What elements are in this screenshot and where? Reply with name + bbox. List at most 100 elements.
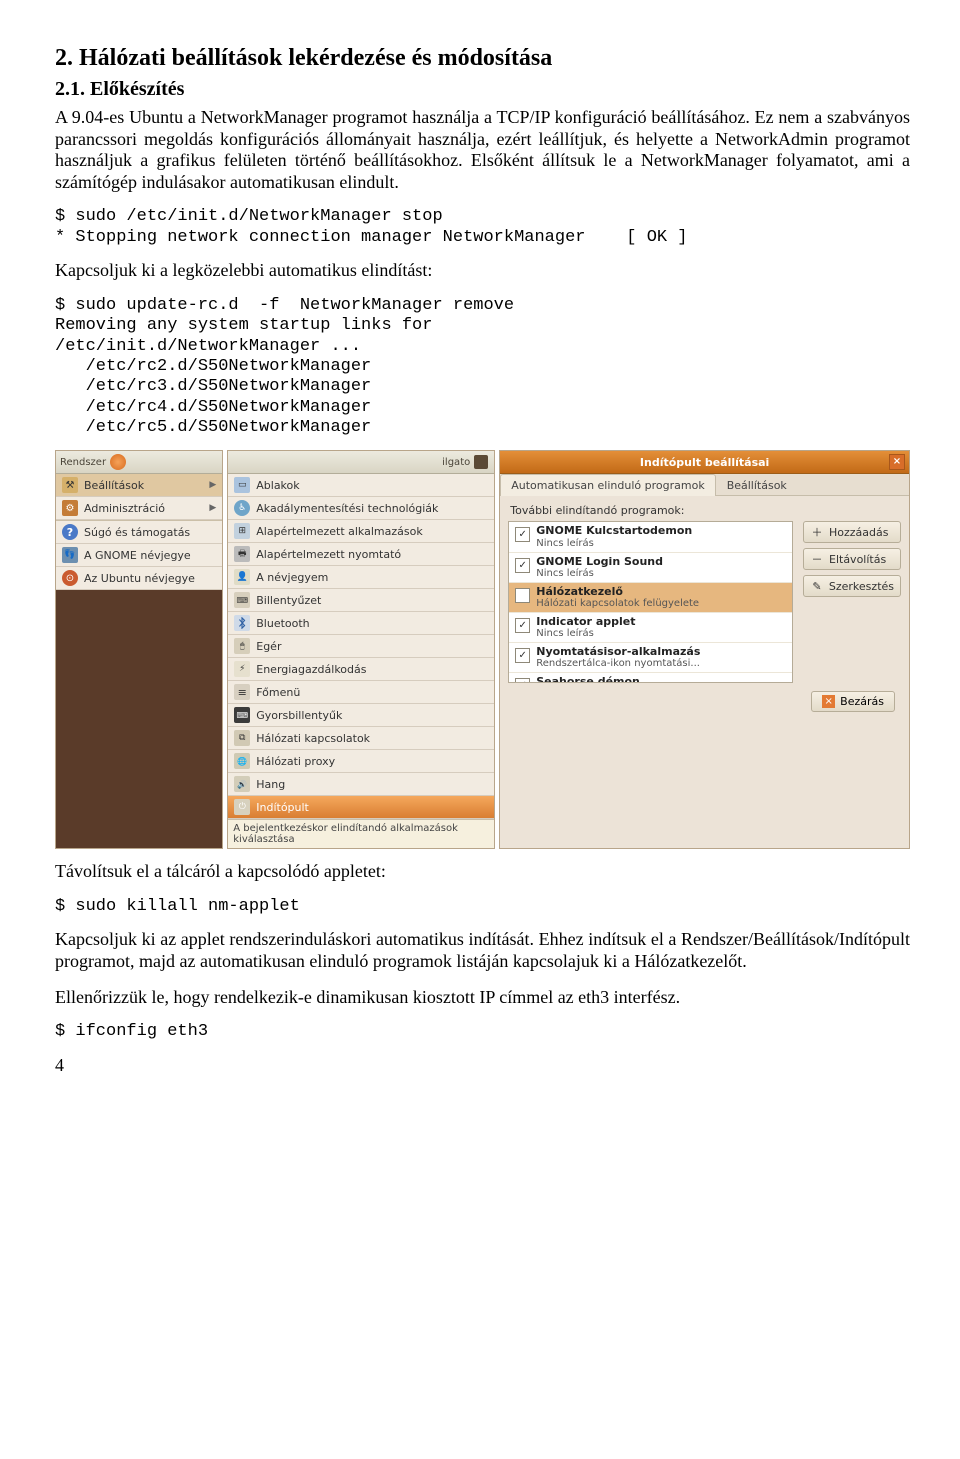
preferences-menu-item[interactable]: A névjegyem (228, 566, 494, 589)
remove-button[interactable]: － Eltávolítás (803, 548, 901, 570)
edit-button-label: Szerkesztés (829, 580, 894, 593)
startup-apps-dialog: Indítópult beállításai × Automatikusan e… (499, 450, 910, 849)
startup-list-row[interactable]: ✓Seahorse démon (509, 673, 792, 684)
startup-row-text: GNOME KulcstartodemonNincs leírás (536, 525, 692, 548)
paragraph-2: Kapcsoljuk ki a legközelebbi automatikus… (55, 260, 910, 282)
menu-icon (234, 799, 250, 815)
bluetooth-icon (237, 617, 247, 629)
menu-icon (234, 477, 250, 493)
taskbar-label: Rendszer (60, 457, 106, 468)
menu-item-label: Billentyűzet (256, 594, 321, 607)
preferences-menu-item[interactable]: Alapértelmezett alkalmazások (228, 520, 494, 543)
startup-row-text: Indicator appletNincs leírás (536, 616, 635, 639)
menu-item-label: Hálózati proxy (256, 755, 335, 768)
section-heading: 2. Hálózati beállítások lekérdezése és m… (55, 45, 910, 72)
preferences-menu-item[interactable]: Hálózati kapcsolatok (228, 727, 494, 750)
screenshot-group: Rendszer Beállítások▶Adminisztráció▶Súgó… (55, 450, 910, 849)
system-menu-item[interactable]: Adminisztráció ▶ (56, 497, 222, 520)
close-button-label: Bezárás (840, 695, 884, 708)
startup-list-row[interactable]: ✓ Nyomtatásisor-alkalmazásRendszertálca-i… (509, 643, 792, 673)
menu-icon (62, 477, 78, 493)
code-block-1: $ sudo /etc/init.d/NetworkManager stop *… (55, 207, 910, 248)
dialog-footer: × Bezárás (508, 683, 901, 716)
preferences-menu-item[interactable]: Indítópult (228, 796, 494, 819)
desktop-background (56, 590, 222, 848)
preferences-menu-item[interactable]: Alapértelmezett nyomtató (228, 543, 494, 566)
preferences-menu-item[interactable]: Gyorsbillentyűk (228, 704, 494, 727)
preferences-menu-item[interactable]: Egér (228, 635, 494, 658)
system-menu-item[interactable]: Az Ubuntu névjegye (56, 567, 222, 590)
gnome-taskbar-mid: ilgato (228, 451, 494, 474)
window-close-button[interactable]: × (889, 454, 905, 470)
taskbar-text-right: ilgato (442, 457, 470, 468)
pencil-icon: ✎ (810, 579, 824, 593)
menu-item-label: Hang (256, 778, 285, 791)
system-menu-item[interactable]: A GNOME névjegye (56, 544, 222, 567)
menu-item-label: Súgó és támogatás (84, 526, 190, 539)
dialog-titlebar: Indítópult beállításai × (500, 451, 909, 474)
statusbar-tooltip: A bejelentkezéskor elindítandó alkalmazá… (228, 819, 494, 848)
preferences-menu-item[interactable]: Energiagazdálkodás (228, 658, 494, 681)
preferences-menu-item[interactable]: Főmenü (228, 681, 494, 704)
preferences-menu-item[interactable]: Hang (228, 773, 494, 796)
remove-button-label: Eltávolítás (829, 553, 886, 566)
startup-checkbox[interactable]: ✓ (515, 527, 530, 542)
menu-icon (234, 523, 250, 539)
preferences-menu-item[interactable]: Bluetooth (228, 612, 494, 635)
menu-item-label: Az Ubuntu névjegye (84, 572, 195, 585)
startup-list-row[interactable]: ✓ GNOME KulcstartodemonNincs leírás (509, 522, 792, 552)
startup-list-row[interactable]: ✓ GNOME Login SoundNincs leírás (509, 553, 792, 583)
menu-icon (234, 730, 250, 746)
startup-checkbox[interactable]: ✓ (515, 648, 530, 663)
close-button[interactable]: × Bezárás (811, 691, 895, 712)
startup-row-text: GNOME Login SoundNincs leírás (536, 556, 663, 579)
chevron-right-icon: ▶ (209, 480, 216, 490)
startup-checkbox[interactable]: ✓ (515, 558, 530, 573)
startup-checkbox[interactable]: ✓ (515, 618, 530, 633)
menu-item-label: Egér (256, 640, 281, 653)
dialog-tabs: Automatikusan elinduló programok Beállít… (500, 474, 909, 496)
system-menu-item[interactable]: Súgó és támogatás (56, 521, 222, 544)
startup-list-row[interactable]: HálózatkezelőHálózati kapcsolatok felügy… (509, 583, 792, 613)
add-button[interactable]: ＋ Hozzáadás (803, 521, 901, 543)
menu-item-label: Gyorsbillentyűk (256, 709, 342, 722)
menu-item-label: A GNOME névjegye (84, 549, 191, 562)
tab-autostart[interactable]: Automatikusan elinduló programok (500, 474, 715, 496)
system-menu-panel: Rendszer Beállítások▶ Adminisztráció ▶ Súgó… (55, 450, 223, 849)
tray-icon (474, 455, 488, 469)
chevron-right-icon: ▶ (209, 503, 216, 513)
preferences-menu-item[interactable]: Billentyűzet (228, 589, 494, 612)
menu-icon (234, 707, 250, 723)
dialog-body: További elindítandó programok: ✓GNOME Ku… (500, 496, 909, 848)
startup-checkbox[interactable] (515, 588, 530, 603)
menu-item-label: Akadálymentesítési technológiák (256, 502, 438, 515)
menu-item-label: Adminisztráció (84, 502, 165, 515)
menu-icon (62, 524, 78, 540)
edit-button[interactable]: ✎ Szerkesztés (803, 575, 901, 597)
page-number: 4 (55, 1055, 910, 1076)
preferences-menu-item[interactable]: Ablakok (228, 474, 494, 497)
paragraph-5: Ellenőrizzük le, hogy rendelkezik-e dina… (55, 987, 910, 1009)
plus-icon: ＋ (810, 525, 824, 539)
sub-heading: 2.1. Előkészítés (55, 78, 910, 101)
menu-item-label: Hálózati kapcsolatok (256, 732, 370, 745)
menu-item-label: Energiagazdálkodás (256, 663, 366, 676)
menu-icon (62, 547, 78, 563)
startup-row-text: Nyomtatásisor-alkalmazásRendszertálca-ik… (536, 646, 700, 669)
menu-icon (234, 546, 250, 562)
startup-program-list[interactable]: ✓ GNOME KulcstartodemonNincs leírás ✓ GNOME… (508, 521, 793, 683)
menu-icon (234, 569, 250, 585)
menu-item-label: A névjegyem (256, 571, 328, 584)
menu-item-label: Bluetooth (256, 617, 309, 630)
close-icon: × (822, 695, 835, 708)
dialog-title: Indítópult beállításai (640, 456, 769, 469)
startup-row-text: HálózatkezelőHálózati kapcsolatok felügy… (536, 586, 699, 609)
tab-options[interactable]: Beállítások (716, 474, 798, 495)
preferences-menu-item[interactable]: Hálózati proxy (228, 750, 494, 773)
menu-icon (62, 500, 78, 516)
system-menu-item[interactable]: Beállítások▶ (56, 474, 222, 497)
preferences-menu-item[interactable]: Akadálymentesítési technológiák (228, 497, 494, 520)
code-block-4: $ ifconfig eth3 (55, 1022, 910, 1042)
menu-icon (234, 753, 250, 769)
startup-list-row[interactable]: ✓ Indicator appletNincs leírás (509, 613, 792, 643)
